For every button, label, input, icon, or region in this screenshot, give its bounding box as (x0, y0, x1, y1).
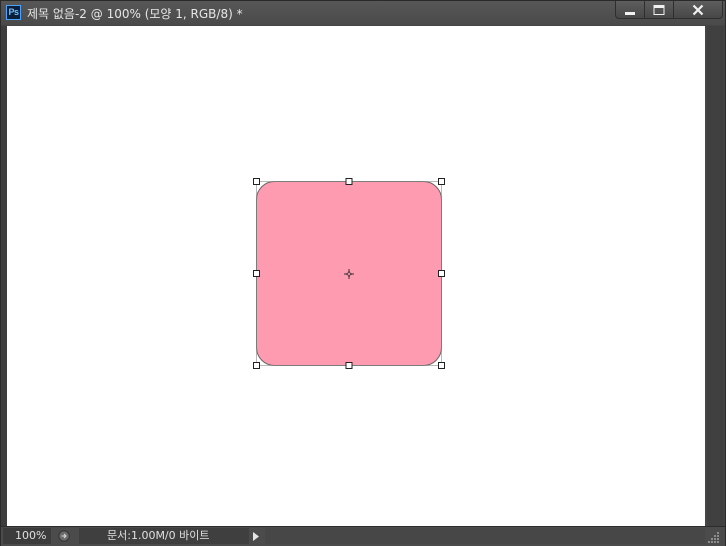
export-icon[interactable] (58, 530, 70, 542)
status-bar: 100% 문서:1.00M/0 바이트 (1, 526, 725, 546)
document-title: 제목 없음-2 @ 100% (모양 1, RGB/8) * (27, 7, 243, 21)
document-canvas[interactable] (7, 26, 705, 526)
transform-handle-left[interactable] (253, 270, 260, 277)
transform-handle-right[interactable] (438, 270, 445, 277)
document-window: Ps 제목 없음-2 @ 100% (모양 1, RGB/8) * 100% 문… (0, 0, 726, 546)
close-button[interactable] (673, 1, 723, 19)
resize-grip-icon[interactable] (707, 530, 721, 544)
rounded-rectangle-shape[interactable] (256, 181, 442, 366)
vertical-scrollbar[interactable] (707, 26, 724, 526)
status-menu-arrow-icon[interactable] (250, 530, 262, 543)
maximize-icon (653, 4, 665, 15)
shape-layer-svg (253, 178, 445, 369)
minimize-button[interactable] (615, 1, 645, 19)
transform-handle-bottom[interactable] (345, 362, 353, 369)
zoom-level-field[interactable]: 100% (3, 528, 51, 544)
transform-handle-bottom-right[interactable] (438, 362, 445, 369)
transform-handle-top-left[interactable] (253, 178, 260, 185)
close-icon (692, 4, 704, 15)
photoshop-app-icon[interactable]: Ps (6, 5, 21, 20)
maximize-button[interactable] (644, 1, 674, 19)
transform-handle-top[interactable] (345, 178, 353, 185)
document-info: 문서:1.00M/0 바이트 (79, 528, 249, 544)
minimize-icon (625, 11, 635, 15)
transform-handle-top-right[interactable] (438, 178, 445, 185)
horizontal-scrollbar[interactable] (265, 528, 705, 544)
transform-handle-bottom-left[interactable] (253, 362, 260, 369)
title-bar[interactable]: Ps 제목 없음-2 @ 100% (모양 1, RGB/8) * (1, 1, 725, 25)
